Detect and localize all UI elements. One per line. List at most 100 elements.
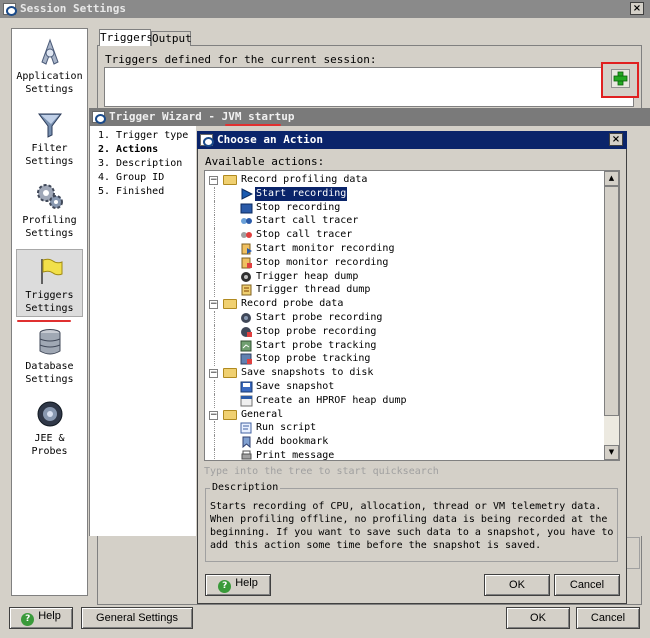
wizard-title-prefix: Trigger Wizard - (109, 110, 222, 123)
nav-item-application-settings[interactable]: Application Settings (16, 37, 83, 96)
main-ok-button[interactable]: OK (506, 607, 570, 629)
tree-action-label: Stop probe recording (256, 325, 377, 337)
tree-action-row[interactable]: Stop probe tracking (205, 352, 603, 367)
tree-action-row-selected[interactable]: Start recording (205, 186, 603, 201)
tree-action-row[interactable]: Run script (205, 421, 603, 436)
tree-action-row[interactable]: Add bookmark (205, 435, 603, 450)
folder-icon (223, 409, 237, 420)
main-close-button[interactable]: × (630, 2, 644, 15)
tab-triggers[interactable]: Triggers (99, 29, 153, 46)
tree-connector (214, 269, 215, 284)
tree-action-label: Start monitor recording (256, 243, 395, 254)
main-help-button[interactable]: ? Help (9, 607, 73, 629)
play-icon (240, 187, 254, 200)
nav-item-triggers-settings[interactable]: Triggers Settings (16, 249, 83, 317)
hprof-icon (240, 395, 253, 407)
bookmark-icon (240, 436, 253, 449)
triggers-list[interactable] (104, 67, 634, 107)
wizard-step: 4. Group ID (98, 172, 165, 183)
tree-action-label: Trigger thread dump (256, 284, 371, 296)
triggers-caption: Triggers defined for the current session… (105, 53, 377, 66)
thread-dump-icon (240, 284, 253, 296)
tree-action-row[interactable]: Stop recording (205, 200, 603, 215)
tree-scrollbar[interactable]: ▲ ▼ (604, 171, 619, 460)
nav-item-jee-probes[interactable]: JEE & Probes (16, 399, 83, 458)
tree-group-row[interactable]: − Record probe data (205, 297, 603, 311)
tree-action-row[interactable]: Start probe tracking (205, 338, 603, 353)
wizard-title-name: JVM startup (221, 110, 295, 123)
nav-item-filter-settings[interactable]: Filter Settings (16, 109, 83, 168)
tree-action-row[interactable]: Save snapshot (205, 380, 603, 394)
choose-action-titlebar: Choose an Action × (197, 131, 627, 149)
dialog-ok-button[interactable]: OK (484, 574, 550, 596)
tree-action-label: Trigger heap dump (256, 270, 359, 282)
tree-action-row[interactable]: Trigger heap dump (205, 269, 603, 284)
nav-label: Database (25, 361, 74, 372)
scroll-up-button[interactable]: ▲ (604, 171, 619, 186)
tab-output[interactable]: Output (151, 31, 192, 46)
tree-connector (214, 380, 215, 394)
add-trigger-button[interactable] (601, 62, 639, 98)
main-cancel-button[interactable]: Cancel (576, 607, 640, 629)
nav-label: Filter (31, 143, 68, 154)
tree-action-label: Add bookmark (256, 436, 329, 448)
database-icon (39, 329, 60, 355)
collapse-icon[interactable]: − (209, 300, 218, 310)
tracking-start-icon (240, 340, 253, 352)
tree-action-row[interactable]: Print message (205, 449, 603, 461)
general-settings-button[interactable]: General Settings (81, 607, 193, 629)
app-icon (3, 3, 17, 16)
tracking-stop-icon (240, 353, 253, 365)
tree-action-row[interactable]: Start call tracer (205, 214, 603, 229)
script-icon (240, 422, 253, 434)
tree-group-row[interactable]: − Save snapshots to disk (205, 366, 603, 380)
tree-action-row[interactable]: Start probe recording (205, 311, 603, 325)
dialog-cancel-button[interactable]: Cancel (554, 574, 620, 596)
print-icon (240, 450, 253, 460)
tree-action-row[interactable]: Stop call tracer (205, 228, 603, 243)
dialog-help-button[interactable]: ? Help (205, 574, 271, 596)
nav-label: Settings (25, 84, 74, 95)
application-icon (40, 38, 59, 65)
tree-action-label: Start probe recording (256, 312, 383, 323)
tree-action-row[interactable]: Trigger thread dump (205, 283, 603, 298)
nav-item-profiling-settings[interactable]: Profiling Settings (16, 181, 83, 240)
tree-connector (214, 242, 215, 256)
tree-action-row[interactable]: Start monitor recording (205, 242, 603, 256)
tree-connector (214, 228, 215, 243)
description-text: Starts recording of CPU, allocation, thr… (210, 501, 614, 551)
collapse-icon[interactable]: − (209, 369, 218, 379)
wizard-steps: 1. Trigger type 2. Actions 3. Descriptio… (90, 126, 196, 536)
dialog-close-button[interactable]: × (609, 133, 623, 146)
scroll-thumb[interactable] (604, 186, 619, 416)
dialog-app-icon (200, 134, 214, 147)
help-icon: ? (218, 580, 232, 593)
folder-icon (223, 299, 237, 310)
scroll-down-button[interactable]: ▼ (604, 445, 619, 460)
tree-connector (214, 324, 215, 339)
tree-connector (214, 255, 215, 270)
flag-icon (40, 258, 62, 284)
nav-label: Settings (25, 374, 74, 385)
tree-action-row[interactable]: Stop probe recording (205, 324, 603, 339)
nav-label: Settings (25, 228, 74, 239)
main-help-label: Help (38, 610, 61, 622)
wizard-step: 3. Description (98, 158, 183, 169)
main-side-field (626, 537, 640, 569)
tree-group-row[interactable]: − Record profiling data (205, 173, 603, 187)
save-icon (240, 381, 253, 393)
actions-tree[interactable]: − Record profiling data Start recording Sto… (204, 170, 620, 461)
nav-label: Settings (25, 156, 74, 167)
folder-icon (223, 368, 237, 379)
tree-group-row[interactable]: − General (205, 408, 603, 422)
tree-action-row[interactable]: Stop monitor recording (205, 255, 603, 270)
call-tracer-stop-icon (240, 229, 253, 241)
probe-stop-icon (240, 326, 253, 338)
collapse-icon[interactable]: − (209, 176, 218, 185)
heap-dump-icon (240, 271, 253, 283)
nav-item-database-settings[interactable]: Database Settings (16, 327, 83, 386)
tree-action-label: Print message (256, 450, 335, 461)
collapse-icon[interactable]: − (209, 410, 218, 420)
tree-connector (214, 311, 215, 325)
tree-action-row[interactable]: Create an HPROF heap dump (205, 393, 603, 408)
